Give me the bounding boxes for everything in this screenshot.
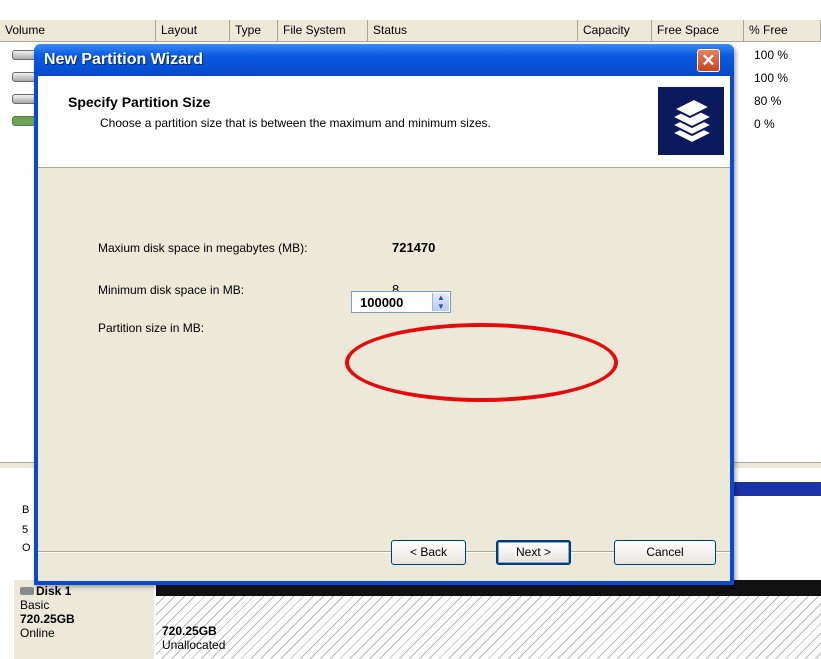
stacked-disks-icon: [658, 87, 724, 155]
disk-name: Disk 1: [36, 584, 72, 598]
column-layout[interactable]: Layout: [156, 20, 230, 41]
dialog-titlebar[interactable]: New Partition Wizard ✕: [34, 44, 734, 76]
next-button[interactable]: Next >: [496, 540, 571, 565]
disk-type: Basic: [20, 598, 50, 612]
disk-info-fragment: 5: [22, 524, 29, 536]
dialog-body: Specify Partition Size Choose a partitio…: [38, 76, 730, 581]
stepper-buttons[interactable]: ▲ ▼: [432, 293, 449, 311]
max-disk-space-label: Maxium disk space in megabytes (MB):: [98, 241, 308, 255]
disk-size: 720.25GB: [20, 612, 75, 626]
wizard-header: Specify Partition Size Choose a partitio…: [38, 76, 730, 168]
percent-free-value: 100 %: [754, 48, 789, 62]
column-free-space[interactable]: Free Space: [652, 20, 744, 41]
back-button[interactable]: < Back: [391, 540, 466, 565]
percent-free-value: 100 %: [754, 71, 789, 85]
page-subtitle: Choose a partition size that is between …: [100, 116, 491, 130]
unallocated-region[interactable]: 720.25GB Unallocated: [156, 596, 821, 659]
column-status[interactable]: Status: [368, 20, 578, 41]
column-file-system[interactable]: File System: [278, 20, 368, 41]
column-volume[interactable]: Volume: [0, 20, 156, 41]
percent-free-value: 80 %: [754, 94, 782, 108]
disk-info-fragment: O: [22, 542, 31, 554]
new-partition-wizard-dialog: New Partition Wizard ✕ Specify Partition…: [34, 44, 734, 585]
dialog-title: New Partition Wizard: [44, 51, 203, 68]
unallocated-label: Unallocated: [162, 638, 226, 652]
red-circle-annotation: [345, 323, 618, 402]
disk-1-info[interactable]: Disk 1 Basic 720.25GB Online: [14, 580, 154, 659]
close-icon: ✕: [701, 51, 716, 70]
percent-free-value: 0 %: [754, 117, 775, 131]
disk-info-fragment: B: [22, 504, 30, 516]
max-disk-space-value: 721470: [392, 240, 436, 255]
cancel-button[interactable]: Cancel: [614, 540, 716, 565]
column-capacity[interactable]: Capacity: [578, 20, 652, 41]
page-title: Specify Partition Size: [68, 94, 211, 110]
unallocated-size: 720.25GB: [162, 624, 217, 638]
close-button[interactable]: ✕: [697, 49, 720, 72]
chevron-down-icon[interactable]: ▼: [433, 302, 449, 311]
partition-header-bar: [730, 482, 821, 496]
partition-size-input[interactable]: 100000: [360, 295, 403, 310]
column-type[interactable]: Type: [230, 20, 278, 41]
partition-size-stepper[interactable]: 100000 ▲ ▼: [351, 291, 451, 313]
column-percent-free[interactable]: % Free: [744, 20, 821, 41]
disk-icon: [20, 587, 34, 595]
disk-state: Online: [20, 626, 55, 640]
volume-column-header: Volume Layout Type File System Status Ca…: [0, 20, 821, 42]
chevron-up-icon[interactable]: ▲: [433, 293, 449, 302]
partition-size-label: Partition size in MB:: [98, 321, 205, 335]
min-disk-space-label: Minimum disk space in MB:: [98, 283, 245, 297]
